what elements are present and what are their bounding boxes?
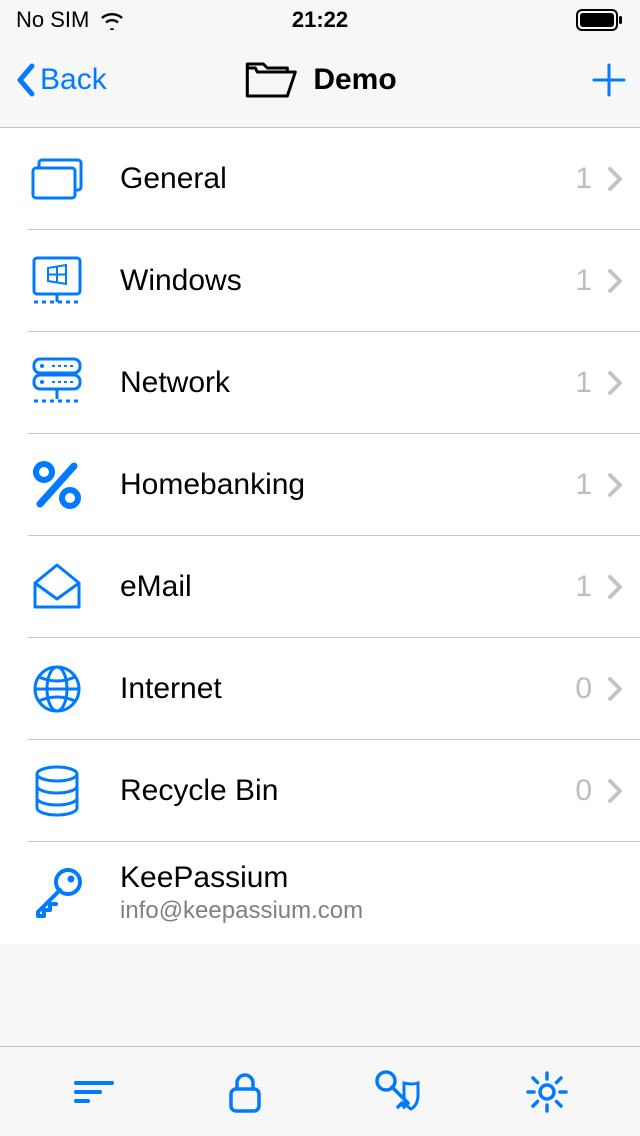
list-item-count: 1 xyxy=(575,366,592,400)
clock-label: 21:22 xyxy=(292,7,348,33)
chevron-right-icon xyxy=(606,165,624,193)
master-key-button[interactable] xyxy=(320,1069,471,1115)
list-item-recycle-bin[interactable]: Recycle Bin 0 xyxy=(0,740,640,842)
lock-icon xyxy=(225,1069,265,1115)
wifi-icon xyxy=(99,10,125,30)
list-item-count: 1 xyxy=(575,264,592,298)
settings-button[interactable] xyxy=(471,1070,622,1114)
folder-open-icon xyxy=(243,58,299,102)
list-item-count: 1 xyxy=(575,162,592,196)
key-icon xyxy=(28,864,86,922)
list-item-count: 1 xyxy=(575,468,592,502)
back-button[interactable]: Back xyxy=(14,62,107,98)
envelope-icon xyxy=(28,558,86,616)
sort-button[interactable] xyxy=(18,1075,169,1109)
list-item-email[interactable]: eMail 1 xyxy=(0,536,640,638)
list-item-general[interactable]: General 1 xyxy=(0,128,640,230)
database-icon xyxy=(28,762,86,820)
windows-icon xyxy=(28,252,86,310)
list-item-windows[interactable]: Windows 1 xyxy=(0,230,640,332)
list-item-homebanking[interactable]: Homebanking 1 xyxy=(0,434,640,536)
gear-icon xyxy=(525,1070,569,1114)
chevron-left-icon xyxy=(14,62,38,98)
list-item-label: KeePassium xyxy=(120,861,592,895)
server-icon xyxy=(28,354,86,412)
folder-list: General 1 Windows 1 xyxy=(0,128,640,944)
list-item-count: 0 xyxy=(575,774,592,808)
list-item-network[interactable]: Network 1 xyxy=(0,332,640,434)
chevron-right-icon xyxy=(606,777,624,805)
list-item-count: 1 xyxy=(575,570,592,604)
nav-bar: Back Demo xyxy=(0,40,640,128)
list-item-label: Homebanking xyxy=(120,468,575,502)
list-item-keepassium[interactable]: KeePassium info@keepassium.com xyxy=(0,842,640,944)
key-shield-icon xyxy=(370,1069,422,1115)
plus-icon xyxy=(592,63,626,97)
list-item-subtitle: info@keepassium.com xyxy=(120,897,592,925)
sort-icon xyxy=(72,1075,116,1109)
back-label: Back xyxy=(40,63,107,97)
list-item-label: Windows xyxy=(120,264,575,298)
list-item-internet[interactable]: Internet 0 xyxy=(0,638,640,740)
list-item-label: Internet xyxy=(120,672,575,706)
folder-multiple-icon xyxy=(28,150,86,208)
page-title: Demo xyxy=(313,63,396,97)
list-item-label: General xyxy=(120,162,575,196)
list-item-label: eMail xyxy=(120,570,575,604)
chevron-right-icon xyxy=(606,369,624,397)
bottom-toolbar xyxy=(0,1046,640,1136)
chevron-right-icon xyxy=(606,573,624,601)
status-bar: No SIM 21:22 xyxy=(0,0,640,40)
add-button[interactable] xyxy=(592,63,626,97)
globe-icon xyxy=(28,660,86,718)
lock-button[interactable] xyxy=(169,1069,320,1115)
list-item-label: Network xyxy=(120,366,575,400)
chevron-right-icon xyxy=(606,267,624,295)
list-item-count: 0 xyxy=(575,672,592,706)
chevron-right-icon xyxy=(606,675,624,703)
battery-icon xyxy=(576,9,624,31)
percent-icon xyxy=(28,456,86,514)
chevron-right-icon xyxy=(606,471,624,499)
carrier-label: No SIM xyxy=(16,7,89,33)
list-item-label: Recycle Bin xyxy=(120,774,575,808)
